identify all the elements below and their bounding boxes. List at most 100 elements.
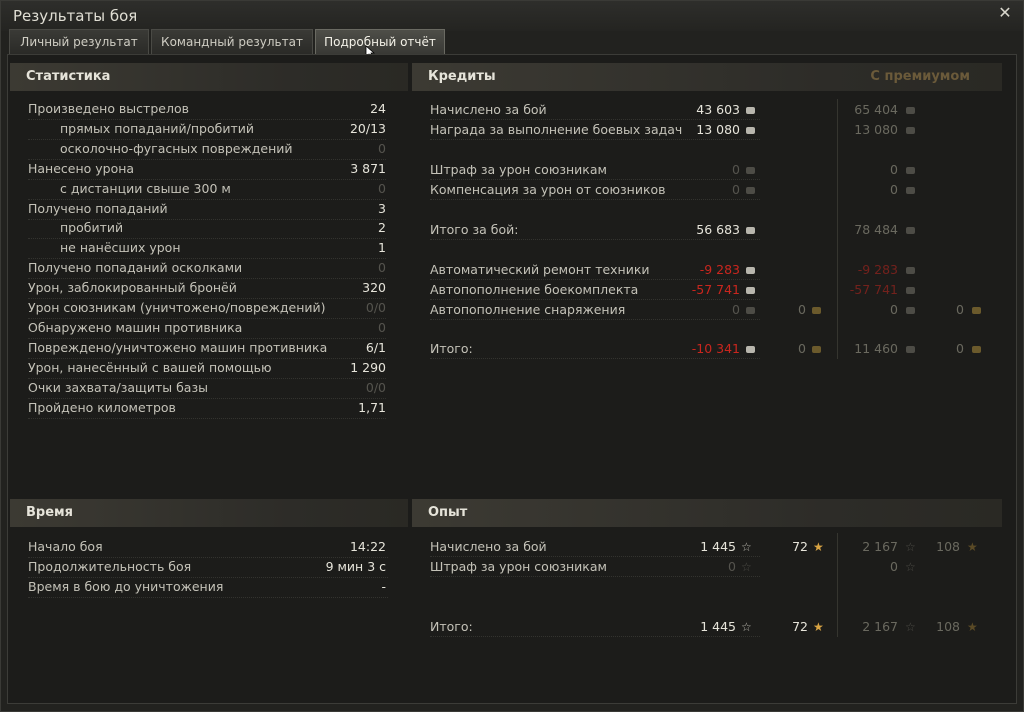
premium-credit-value: 65 404 (854, 102, 898, 117)
stat-row: Урон союзникам (уничтожено/повреждений) 0… (28, 298, 386, 319)
experience-row: Начислено за бой 1 445 ☆ 72 ★ 2 167 ☆ 108 ★ (430, 537, 1002, 557)
credit-value: 56 683 (696, 222, 740, 237)
premium-credit-value: 0 (890, 302, 898, 317)
time-row: Начало боя 14:22 (28, 537, 388, 558)
credit-coin-icon (746, 287, 755, 294)
stat-row: Урон, нанесённый с вашей помощью 1 290 (28, 358, 386, 379)
xp-star-icon: ☆ (741, 620, 752, 634)
credit-value: -9 283 (699, 262, 740, 277)
experience-row-underline (430, 576, 760, 577)
stat-row: с дистанции свыше 300 м 0 (28, 179, 386, 200)
stat-value: 6/1 (365, 339, 386, 355)
stat-value: 320 (362, 280, 386, 296)
premium-gold-icon (972, 346, 981, 353)
stat-label: Урон, заблокированный бронёй (28, 280, 237, 296)
time-value: 9 мин 3 с (325, 559, 386, 574)
credit-row-underline (430, 319, 760, 320)
stat-row: Получено попаданий 3 (28, 199, 386, 220)
credit-label: Итого за бой: (430, 222, 519, 237)
premium-credit-value: 78 484 (854, 222, 898, 237)
stat-label: Обнаружено машин противника (28, 319, 243, 335)
tab-team-result[interactable]: Командный результат (151, 29, 313, 54)
stat-label: прямых попаданий/пробитий (60, 120, 255, 136)
credit-row: Итого за бой: 56 683 78 484 (430, 220, 1002, 240)
stat-value: 3 (378, 200, 386, 216)
stat-row: Получено попаданий осколками 0 (28, 258, 386, 280)
experience-row: Итого: 1 445 ☆ 72 ★ 2 167 ☆ 108 ★ (430, 617, 1002, 637)
stat-value: 0 (378, 319, 386, 335)
close-icon[interactable]: ✕ (997, 5, 1013, 21)
battle-results-window: Результаты боя ✕ Личный результат Команд… (0, 0, 1024, 712)
stat-value: 20/13 (349, 120, 386, 136)
free-xp-value: 72 (792, 539, 808, 554)
stat-label: Пройдено километров (28, 399, 176, 415)
stat-label: Урон союзникам (уничтожено/повреждений) (28, 300, 326, 315)
experience-label: Штраф за урон союзникам (430, 559, 607, 574)
stat-value: 0/0 (365, 379, 386, 395)
credit-label: Компенсация за урон от союзников (430, 182, 666, 197)
premium-coin-icon (906, 167, 915, 174)
credit-row-underline (430, 139, 760, 140)
premium-gold-icon (972, 307, 981, 314)
credit-coin-icon (746, 167, 755, 174)
credits-header: Кредиты С премиумом (412, 63, 1002, 91)
premium-free-xp-value: 108 (936, 539, 960, 554)
stat-value: 2 (378, 220, 386, 236)
tab-personal-result[interactable]: Личный результат (9, 29, 149, 54)
premium-coin-icon (906, 267, 915, 274)
premium-coin-icon (906, 307, 915, 314)
premium-credit-value: 0 (890, 182, 898, 197)
stat-value: 1,71 (358, 399, 386, 415)
stat-row: осколочно-фугасных повреждений 0 (28, 139, 386, 160)
credit-label: Штраф за урон союзникам (430, 162, 607, 177)
premium-coin-icon (906, 227, 915, 234)
time-title: Время (26, 505, 74, 520)
credit-row: Автоматический ремонт техники -9 283 -9 28… (430, 260, 1002, 280)
time-label: Начало боя (28, 539, 103, 554)
experience-header: Опыт (412, 499, 1002, 527)
credit-label: Начислено за бой (430, 102, 547, 117)
credit-label: Итого: (430, 341, 473, 356)
stat-value: 0 (378, 140, 386, 156)
credit-coin-icon (746, 346, 755, 353)
credit-label: Автопополнение снаряжения (430, 302, 626, 317)
stat-row: Пройдено километров 1,71 (28, 398, 386, 419)
premium-coin-icon (906, 287, 915, 294)
stat-row: пробитий 2 (28, 218, 386, 240)
credit-coin-icon (746, 307, 755, 314)
stat-value: 3 871 (350, 160, 386, 176)
premium-gold-value: 0 (956, 302, 964, 317)
premium-coin-icon (906, 346, 915, 353)
credit-row: Автопополнение снаряжения 0 0 0 0 (430, 300, 1002, 320)
credit-row: Награда за выполнение боевых задач 13 080… (430, 120, 1002, 140)
credit-label: Автоматический ремонт техники (430, 262, 650, 277)
title-bar[interactable]: Результаты боя ✕ (1, 1, 1023, 31)
window-title: Результаты боя (13, 7, 138, 25)
experience-value: 0 (728, 559, 736, 574)
premium-credit-value: -9 283 (857, 262, 898, 277)
time-header: Время (10, 499, 408, 527)
time-value: - (381, 579, 386, 594)
stat-label: Получено попаданий (28, 200, 168, 216)
stat-value: 1 (378, 240, 386, 256)
stat-label: Нанесено урона (28, 160, 135, 176)
statistics-header: Статистика (10, 63, 408, 91)
report-content: Статистика Произведено выстрелов 24 прямых… (7, 54, 1017, 704)
stat-label: Произведено выстрелов (28, 101, 189, 116)
stat-row: Произведено выстрелов 24 (28, 99, 386, 120)
stat-label: не нанёсших урон (60, 240, 181, 256)
credit-coin-icon (746, 187, 755, 194)
credit-row-underline (430, 199, 760, 200)
stat-label: Очки захвата/защиты базы (28, 379, 208, 395)
credits-title: Кредиты (428, 69, 496, 84)
experience-label: Итого: (430, 619, 473, 634)
credit-row-underline (430, 358, 760, 359)
stat-row: Урон, заблокированный бронёй 320 (28, 278, 386, 300)
experience-title: Опыт (428, 505, 468, 520)
tab-detailed-report[interactable]: Подробный отчёт (315, 29, 445, 54)
premium-xp-star-icon: ☆ (905, 540, 916, 554)
credit-value: 0 (732, 162, 740, 177)
credit-coin-icon (746, 127, 755, 134)
credit-value: 43 603 (696, 102, 740, 117)
stat-value: 0 (378, 180, 386, 196)
